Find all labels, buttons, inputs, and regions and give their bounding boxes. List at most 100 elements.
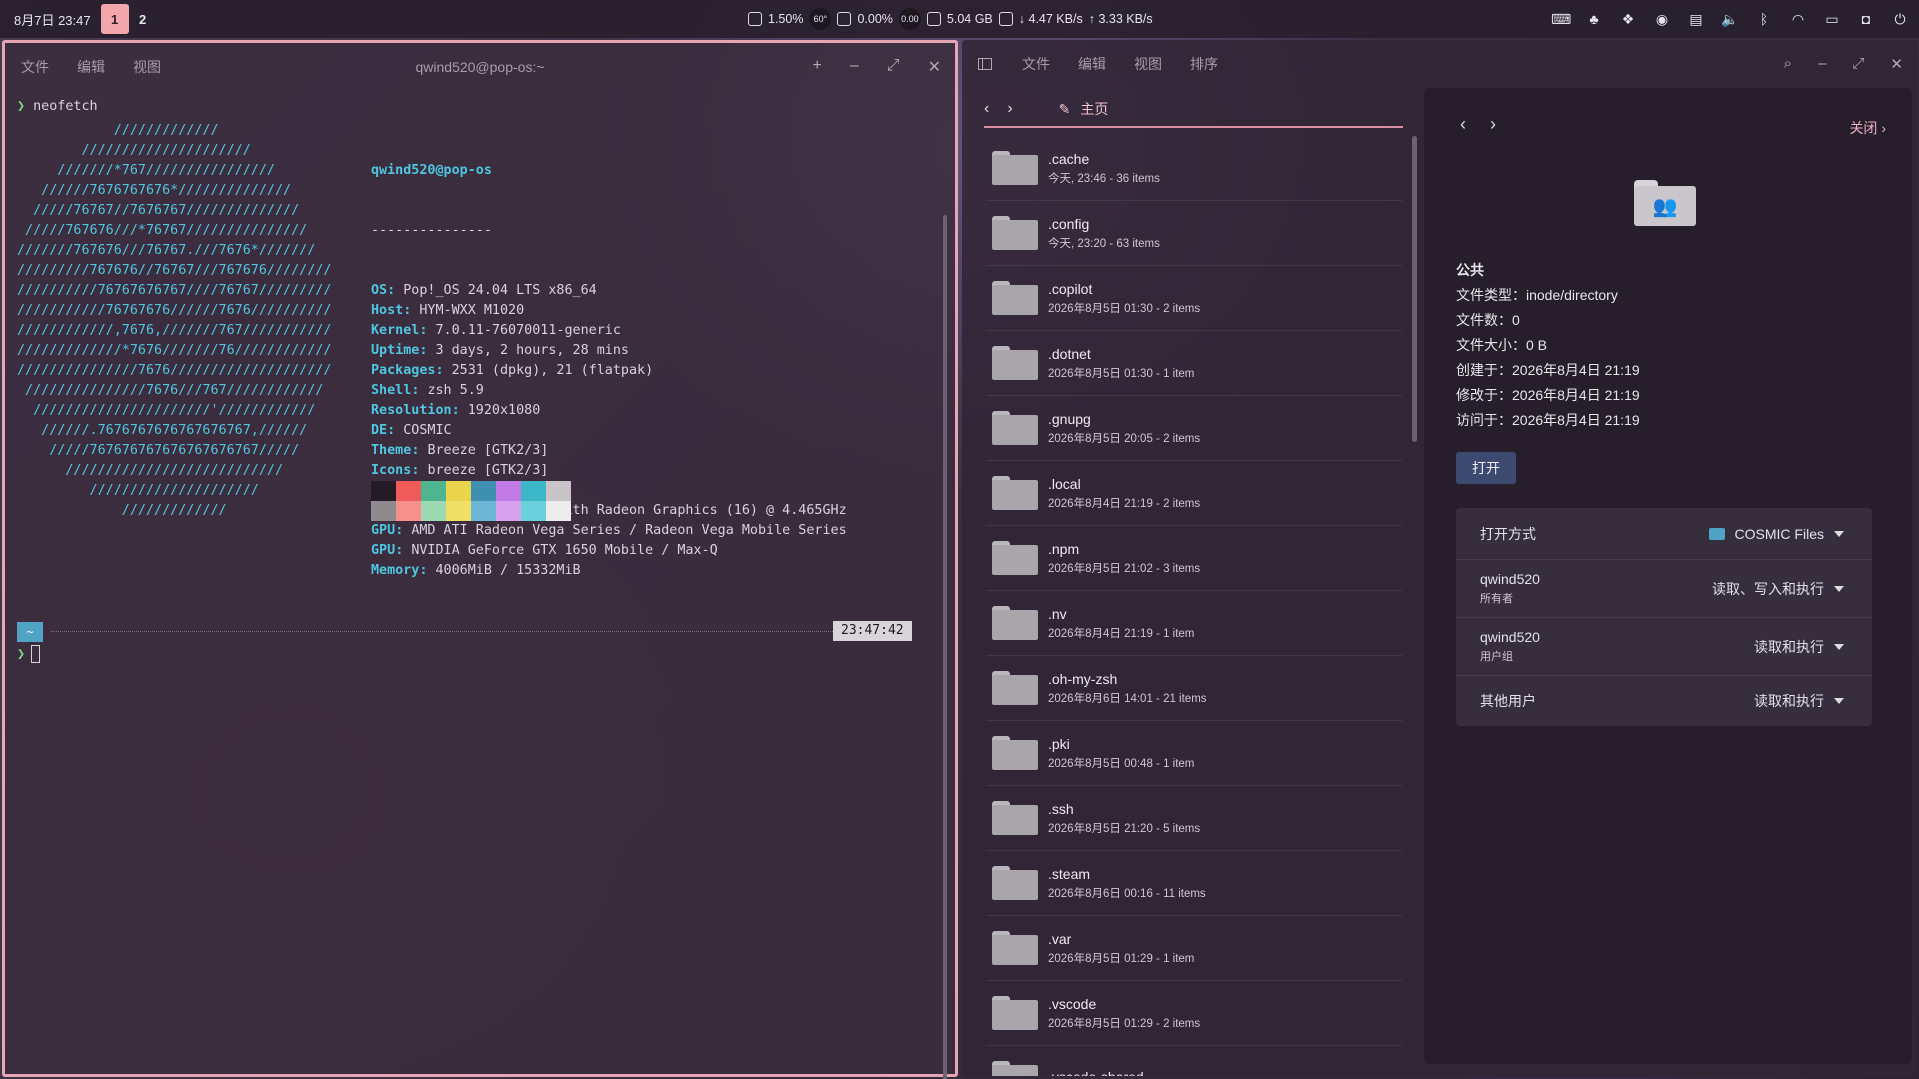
file-list-item[interactable]: .vscode 2026年8月5日 01:29 - 2 items — [986, 981, 1402, 1046]
penguin-icon[interactable]: ♣ — [1585, 11, 1603, 27]
close-icon[interactable]: ✕ — [928, 57, 941, 77]
file-list-item[interactable]: .oh-my-zsh 2026年8月6日 14:01 - 21 items — [986, 656, 1402, 721]
info-line: Host: HYM-WXX M1020 — [371, 303, 525, 318]
file-list[interactable]: .cache 今天, 23:46 - 36 items .config 今天, 23:… — [986, 136, 1402, 1076]
file-name: .ssh — [1048, 800, 1074, 817]
app-folder-icon — [1708, 527, 1725, 540]
file-meta: 2026年8月5日 21:02 - 3 items — [1048, 562, 1201, 575]
file-list-item[interactable]: .dotnet 2026年8月5日 01:30 - 1 item — [986, 331, 1402, 396]
workspace-1[interactable]: 1 — [100, 4, 129, 34]
file-list-item[interactable]: .var 2026年8月5日 01:29 - 1 item — [986, 916, 1402, 981]
sidebar-toggle-icon[interactable] — [978, 58, 992, 70]
file-list-item[interactable]: .nv 2026年8月4日 21:19 - 1 item — [986, 591, 1402, 656]
logo-line: ///////////////7676///767//////////// — [17, 383, 324, 398]
bluetooth-icon[interactable]: ᛒ — [1755, 11, 1773, 27]
palette-swatch — [371, 501, 396, 521]
details-prev-icon[interactable]: ‹ — [1460, 114, 1466, 135]
maximize-icon[interactable]: ⤢ — [1852, 55, 1864, 73]
terminal-scrollbar[interactable] — [943, 215, 947, 1079]
minimize-icon[interactable]: – — [1818, 55, 1826, 73]
file-list-item[interactable]: .config 今天, 23:20 - 63 items — [986, 201, 1402, 266]
power-icon[interactable]: ⏻ — [1891, 11, 1909, 28]
menu-sort[interactable]: 排序 — [1190, 54, 1218, 74]
file-name: .local — [1048, 475, 1081, 492]
battery-icon[interactable]: ▭ — [1823, 11, 1841, 28]
menu-edit[interactable]: 编辑 — [77, 57, 105, 77]
prompt-arrow-icon: ❯ — [17, 647, 26, 662]
info-key: Icons — [371, 463, 412, 478]
logo-line: //////.7676767676767676767,////// — [17, 423, 308, 438]
file-list-item[interactable]: .npm 2026年8月5日 21:02 - 3 items — [986, 526, 1402, 591]
folder-icon — [992, 671, 1038, 705]
keyboard-icon[interactable]: ⌨ — [1551, 11, 1571, 28]
terminal-output[interactable]: ❯ neofetch ///////////// ///////////////… — [17, 97, 945, 1064]
open-button[interactable]: 打开 — [1456, 452, 1516, 484]
volume-icon[interactable]: 🔈 — [1721, 11, 1739, 28]
file-list-item[interactable]: .vscode-shared — [986, 1046, 1402, 1076]
forward-icon[interactable]: › — [1007, 100, 1012, 118]
file-list-item[interactable]: .ssh 2026年8月5日 21:20 - 5 items — [986, 786, 1402, 851]
app-tray-icon[interactable]: ❖ — [1619, 11, 1637, 28]
new-tab-icon[interactable]: + — [813, 57, 822, 77]
maximize-icon[interactable]: ⤢ — [887, 57, 900, 77]
memory-usage: 5.04 GB — [946, 12, 993, 26]
menu-view[interactable]: 视图 — [133, 57, 161, 77]
chevron-down-icon — [1834, 585, 1844, 592]
file-meta: 2026年8月5日 01:30 - 1 item — [1048, 367, 1195, 380]
file-list-item[interactable]: .pki 2026年8月5日 00:48 - 1 item — [986, 721, 1402, 786]
file-list-item[interactable]: .local 2026年8月4日 21:19 - 2 items — [986, 461, 1402, 526]
window-tiling-icon[interactable]: ▤ — [1687, 11, 1705, 28]
folder-icon — [992, 606, 1038, 640]
panel-clock[interactable]: 8月7日 23:47 — [0, 10, 101, 29]
details-close-button[interactable]: 关闭 › — [1849, 118, 1886, 138]
notifications-icon[interactable]: ◘ — [1857, 11, 1875, 27]
color-picker-icon[interactable]: ◉ — [1653, 11, 1671, 28]
workspace-2[interactable]: 2 — [129, 4, 157, 34]
info-key: Packages — [371, 363, 436, 378]
group-permission: 读取和执行 — [1754, 638, 1824, 655]
menu-edit[interactable]: 编辑 — [1078, 54, 1106, 74]
info-value: 3 days, 2 hours, 28 mins — [435, 343, 629, 358]
folder-icon — [992, 281, 1038, 315]
others-permission-dropdown[interactable]: 读取和执行 — [1754, 691, 1844, 711]
breadcrumb-home[interactable]: 主页 — [1080, 99, 1108, 119]
command-line: ❯ neofetch — [17, 97, 945, 117]
menu-file[interactable]: 文件 — [21, 57, 49, 77]
breadcrumb[interactable]: ✎ 主页 — [1059, 99, 1109, 119]
menu-view[interactable]: 视图 — [1134, 54, 1162, 74]
cwd-badge: ~ — [17, 622, 43, 642]
edit-path-icon[interactable]: ✎ — [1059, 101, 1071, 118]
file-list-item[interactable]: .cache 今天, 23:46 - 36 items — [986, 136, 1402, 201]
details-next-icon[interactable]: › — [1490, 114, 1496, 135]
open-with-dropdown[interactable]: COSMIC Files — [1708, 526, 1844, 542]
terminal-titlebar[interactable]: 文件 编辑 视图 qwind520@pop-os:~ + – ⤢ ✕ — [5, 43, 955, 91]
info-key: Host — [371, 303, 404, 318]
input-line[interactable]: ❯ — [17, 645, 41, 665]
palette-swatch — [446, 481, 471, 501]
file-list-item[interactable]: .gnupg 2026年8月5日 20:05 - 2 items — [986, 396, 1402, 461]
file-name: .vscode — [1048, 995, 1097, 1012]
owner-permission-dropdown[interactable]: 读取、写入和执行 — [1712, 579, 1844, 599]
palette-swatch — [546, 481, 571, 501]
users-icon: 👥 — [1634, 186, 1696, 226]
files-titlebar[interactable]: 文件 编辑 视图 排序 ⌕ – ⤢ ✕ — [962, 40, 1917, 88]
menu-file[interactable]: 文件 — [1022, 54, 1050, 74]
minimize-icon[interactable]: – — [850, 57, 859, 77]
info-value: HYM-WXX M1020 — [419, 303, 525, 318]
search-icon[interactable]: ⌕ — [1784, 55, 1792, 73]
group-permission-dropdown[interactable]: 读取和执行 — [1754, 637, 1844, 657]
chevron-down-icon — [1834, 698, 1844, 704]
file-name: .gnupg — [1048, 410, 1091, 427]
logo-line: ///////767676///76767.///7676*/////// — [17, 243, 316, 258]
file-list-item[interactable]: .steam 2026年8月6日 00:16 - 11 items — [986, 851, 1402, 916]
info-key: Kernel — [371, 323, 420, 338]
wifi-icon[interactable]: ◠ — [1789, 11, 1807, 28]
file-list-item[interactable]: .copilot 2026年8月5日 01:30 - 2 items — [986, 266, 1402, 331]
close-icon[interactable]: ✕ — [1890, 55, 1903, 73]
file-list-scrollbar[interactable] — [1412, 136, 1417, 442]
back-icon[interactable]: ‹ — [984, 100, 989, 118]
system-info: qwind520@pop-os --------------- OS: Pop!… — [371, 121, 847, 621]
info-key: Memory — [371, 563, 420, 578]
logo-line: /////////////////////////// — [17, 463, 284, 478]
chevron-down-icon — [1834, 643, 1844, 650]
